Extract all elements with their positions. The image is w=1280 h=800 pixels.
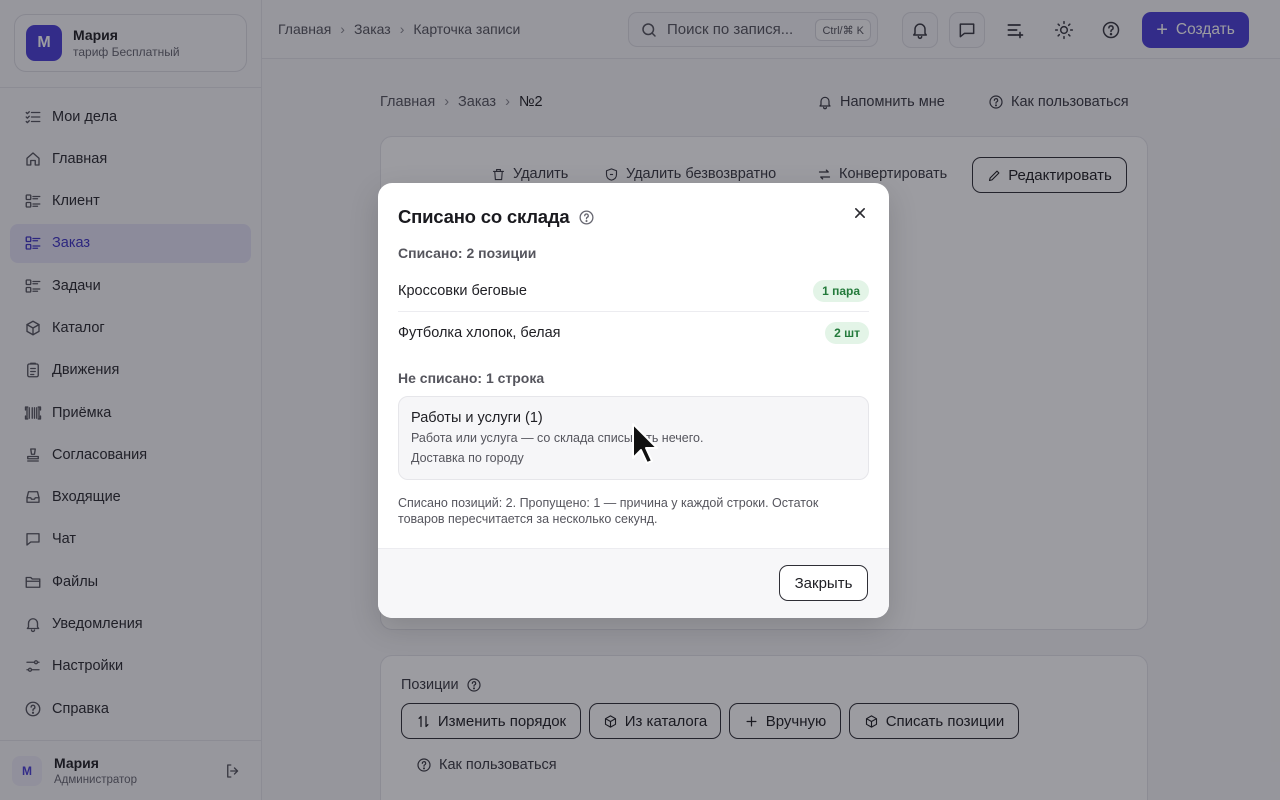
written-item: Футболка хлопок, белая 2 шт [398, 312, 869, 353]
help-icon[interactable] [570, 209, 595, 226]
written-section-header: Списано: 2 позиции [398, 245, 537, 261]
mouse-pointer-icon [630, 422, 660, 466]
item-name: Кроссовки беговые [398, 283, 527, 299]
dialog-title: Списано со склада [398, 206, 595, 228]
close-icon[interactable] [850, 203, 870, 223]
item-name: Футболка хлопок, белая [398, 324, 561, 341]
not-written-section-header: Не списано: 1 строка [398, 370, 545, 386]
written-item: Кроссовки беговые 1 пара [398, 271, 869, 312]
close-button[interactable]: Закрыть [779, 565, 868, 601]
write-off-result-dialog: Списано со склада Списано: 2 позиции Кро… [378, 183, 889, 618]
dialog-footer: Закрыть [378, 548, 889, 618]
qty-badge: 1 пара [813, 280, 869, 302]
qty-badge: 2 шт [825, 321, 869, 344]
summary-note: Списано позиций: 2. Пропущено: 1 — причи… [398, 496, 819, 526]
dialog-title-text: Списано со склада [398, 206, 570, 227]
